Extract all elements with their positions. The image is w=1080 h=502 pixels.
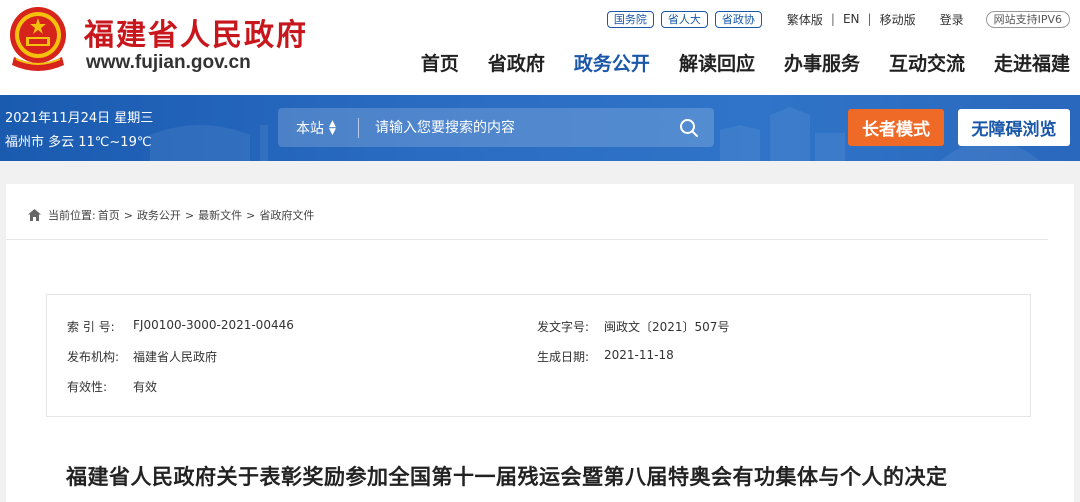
elder-mode-button[interactable]: 长者模式	[848, 109, 944, 146]
breadcrumb-prefix: 当前位置:	[48, 209, 96, 222]
separator: |	[830, 12, 835, 26]
login-link[interactable]: 登录	[940, 11, 964, 28]
breadcrumb-disclosure[interactable]: 政务公开	[137, 207, 181, 223]
breadcrumb: 当前位置: 首页 > 政务公开 > 最新文件 > 省政府文件	[28, 207, 314, 223]
sort-arrows-icon: ▲ ▼	[329, 118, 336, 137]
accessible-browsing-button[interactable]: 无障碍浏览	[958, 109, 1070, 146]
document-title: 福建省人民政府关于表彰奖励参加全国第十一届残运会暨第八届特奥会有功集体与个人的决…	[66, 465, 948, 489]
link-mobile[interactable]: 移动版	[880, 11, 916, 28]
breadcrumb-provincial-files[interactable]: 省政府文件	[259, 207, 314, 223]
separator: |	[867, 12, 872, 26]
date-label: 生成日期:	[537, 350, 590, 364]
search-bar-band: 2021年11月24日 星期三 福州市 多云 11℃~19℃ 本站 ▲▼ 长者模…	[0, 95, 1080, 161]
divider	[6, 239, 1048, 240]
doc-number-label: 发文字号:	[537, 320, 590, 334]
doc-number-value: 闽政文〔2021〕507号	[604, 320, 730, 334]
link-provincial-congress[interactable]: 省人大	[660, 10, 708, 28]
site-name[interactable]: 福建省人民政府	[84, 10, 308, 54]
issuer-label: 发布机构:	[67, 350, 120, 364]
breadcrumb-home[interactable]: 首页	[98, 207, 120, 223]
nav-about-fujian[interactable]: 走进福建	[994, 50, 1070, 78]
nav-services[interactable]: 办事服务	[784, 50, 860, 78]
breadcrumb-separator: >	[184, 208, 195, 222]
index-label: 索 引 号:	[67, 320, 115, 334]
link-provincial-cppcc[interactable]: 省政协	[714, 10, 762, 28]
content-panel: 当前位置: 首页 > 政务公开 > 最新文件 > 省政府文件 索 引 号: FJ…	[6, 184, 1074, 502]
index-value: FJ00100-3000-2021-00446	[133, 318, 294, 332]
search-scope-select[interactable]: 本站 ▲ ▼	[278, 118, 358, 138]
current-date: 2021年11月24日 星期三	[5, 111, 154, 126]
search-input[interactable]	[359, 108, 664, 147]
validity-value: 有效	[133, 380, 158, 394]
search-scope-label: 本站	[296, 120, 324, 137]
main-nav: 首页 省政府 政务公开 解读回应 办事服务 互动交流 走进福建	[392, 50, 1070, 78]
breadcrumb-separator: >	[246, 208, 256, 222]
weather-info: 福州市 多云 11℃~19℃	[5, 135, 152, 150]
link-traditional-chinese[interactable]: 繁体版	[787, 11, 823, 28]
date-value: 2021-11-18	[604, 348, 674, 362]
search-icon	[680, 118, 698, 137]
validity-label: 有效性:	[67, 380, 108, 394]
top-links: 国务院 省人大 省政协 繁体版 | EN | 移动版 登录 网站支持IPV6	[606, 10, 1070, 28]
site-header: 福建省人民政府 www.fujian.gov.cn 国务院 省人大 省政协 繁体…	[0, 0, 1080, 95]
nav-provincial-government[interactable]: 省政府	[488, 50, 545, 78]
nav-government-affairs-disclosure[interactable]: 政务公开	[574, 50, 650, 78]
breadcrumb-latest-files[interactable]: 最新文件	[198, 207, 242, 223]
nav-home[interactable]: 首页	[421, 50, 459, 78]
home-icon	[28, 209, 41, 221]
breadcrumb-separator: >	[123, 208, 133, 222]
document-metadata-box: 索 引 号: FJ00100-3000-2021-00446 发文字号: 闽政文…	[46, 294, 1031, 417]
national-emblem-icon	[10, 7, 66, 71]
search-box: 本站 ▲ ▼	[278, 108, 714, 147]
site-url[interactable]: www.fujian.gov.cn	[86, 52, 251, 74]
ipv6-badge: 网站支持IPV6	[985, 10, 1070, 28]
link-english[interactable]: EN	[843, 12, 860, 26]
link-state-council[interactable]: 国务院	[606, 10, 654, 28]
issuer-value: 福建省人民政府	[133, 350, 218, 364]
search-button[interactable]	[664, 118, 714, 138]
nav-interaction[interactable]: 互动交流	[889, 50, 965, 78]
nav-interpretation-response[interactable]: 解读回应	[679, 50, 755, 78]
